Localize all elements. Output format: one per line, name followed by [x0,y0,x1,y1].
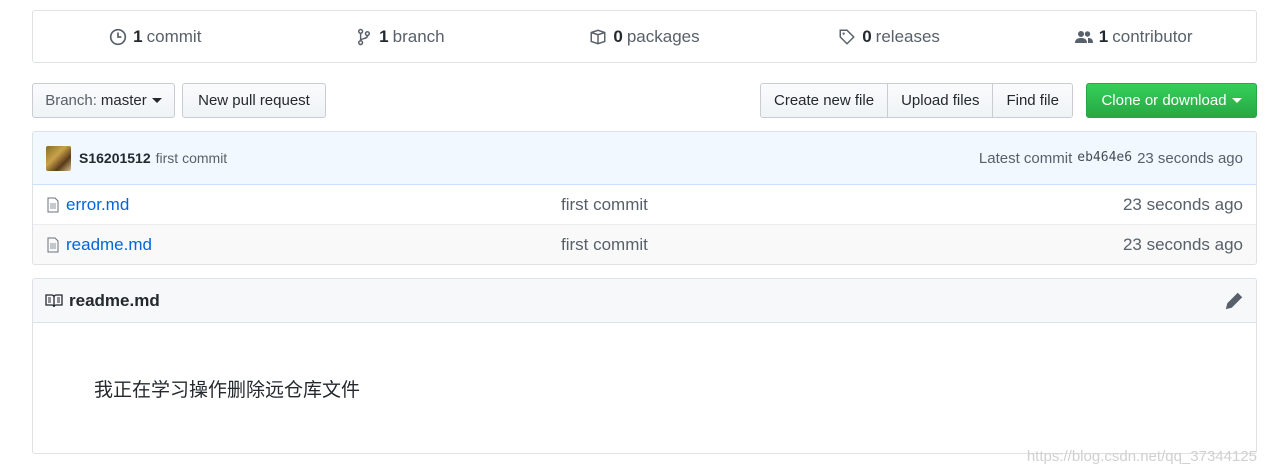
commits-label: commit [146,26,202,46]
readme-content: 我正在学习操作删除远仓库文件 [94,379,361,401]
branch-prefix: Branch: [45,92,97,109]
commit-age: 23 seconds ago [1137,149,1243,167]
releases-link[interactable]: 0 releases [767,27,1012,47]
contributors-label: contributor [1112,26,1193,46]
file-navigation: Branch: master New pull request Create n… [32,83,1257,118]
avatar[interactable] [46,145,71,171]
file-row: error.md first commit 23 seconds ago [33,185,1256,225]
clone-or-download-button[interactable]: Clone or download [1086,83,1257,118]
book-icon [45,293,63,307]
file-row: readme.md first commit 23 seconds ago [33,225,1256,264]
releases-label: releases [875,26,940,46]
history-icon [110,28,127,45]
latest-commit-info: Latest commit eb464e6 23 seconds ago [979,150,1243,167]
file-actions-group: Create new file Upload files Find file [760,83,1073,118]
package-icon [590,28,606,45]
file-commit-message[interactable]: first commit [561,235,1123,255]
branches-link[interactable]: 1 branch [278,27,523,47]
packages-count: 0 [613,26,623,46]
file-commit-message[interactable]: first commit [561,195,1123,215]
pencil-icon[interactable] [1224,291,1244,311]
branch-select-button[interactable]: Branch: master [32,83,175,118]
people-icon [1074,30,1093,43]
packages-label: packages [626,26,700,46]
file-name-link[interactable]: error.md [66,195,129,215]
latest-commit-prefix: Latest commit [978,149,1073,167]
file-icon [47,237,59,253]
file-commit-age: 23 seconds ago [1122,235,1243,254]
file-name-link[interactable]: readme.md [66,235,152,255]
releases-count: 0 [862,26,872,46]
watermark: https://blog.csdn.net/qq_37344125 [1026,448,1257,465]
new-pull-request-button[interactable]: New pull request [182,83,326,118]
clone-label: Clone or download [1101,92,1227,109]
branch-name: master [100,92,147,109]
readme-panel: readme.md 我正在学习操作删除远仓库文件 [32,278,1257,454]
commits-count: 1 [133,26,143,46]
contributors-link[interactable]: 1 contributor [1011,27,1256,47]
file-list: S16201512 first commit Latest commit eb4… [32,131,1257,265]
branches-label: branch [392,26,445,46]
caret-down-icon [1231,98,1242,103]
create-new-file-button[interactable]: Create new file [761,84,889,117]
commit-sha-link[interactable]: eb464e6 [1077,150,1132,167]
upload-files-button[interactable]: Upload files [888,84,994,117]
commit-message[interactable]: first commit [156,150,228,166]
repo-summary-bar: 1 commit 1 branch 0 packages 0 releases 1 con… [32,10,1257,63]
latest-commit-bar: S16201512 first commit Latest commit eb4… [33,132,1256,185]
packages-link[interactable]: 0 packages [522,27,767,47]
branches-count: 1 [379,26,389,46]
find-file-button[interactable]: Find file [993,84,1072,117]
readme-header: readme.md [33,279,1256,323]
commits-link[interactable]: 1 commit [33,27,278,47]
branch-icon [358,28,371,45]
caret-down-icon [151,98,162,103]
contributors-count: 1 [1098,26,1109,46]
file-icon [47,197,59,212]
readme-title: readme.md [69,290,160,310]
commit-author[interactable]: S16201512 [79,150,151,166]
file-commit-age: 23 seconds ago [1122,194,1243,214]
tag-icon [839,29,855,45]
